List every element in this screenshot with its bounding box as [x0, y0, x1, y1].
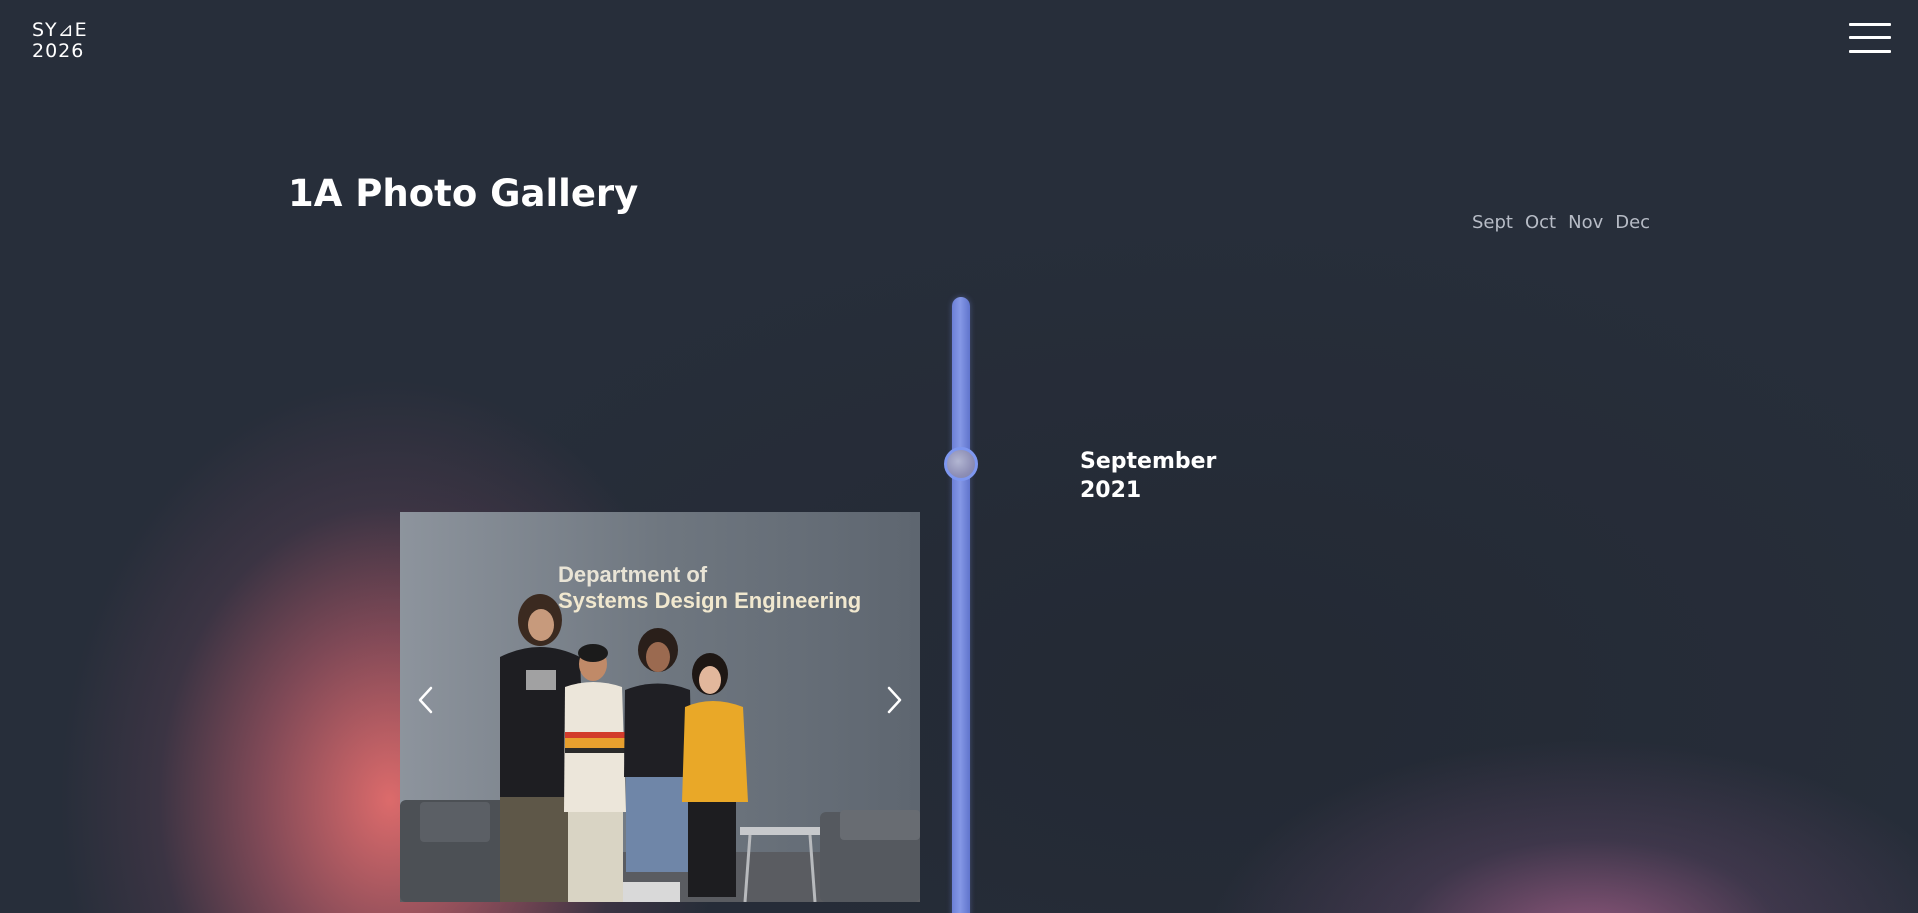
chevron-right-icon[interactable] [879, 680, 909, 720]
timeline-year: 2021 [1080, 478, 1142, 503]
wall-sign-line-2: Systems Design Engineering [558, 588, 861, 613]
site-logo[interactable]: SY⊿E 2026 [32, 20, 88, 62]
timeline-track[interactable] [952, 297, 970, 913]
month-link-sept[interactable]: Sept [1472, 212, 1513, 233]
hamburger-menu-icon[interactable] [1849, 22, 1891, 56]
month-link-nov[interactable]: Nov [1568, 212, 1603, 233]
month-link-oct[interactable]: Oct [1525, 212, 1556, 233]
timeline-month: September [1080, 449, 1217, 474]
timeline-date-label: September 2021 [1080, 447, 1216, 505]
logo-line-1: SY⊿E [32, 19, 88, 41]
gallery-photo: Department of Systems Design Engineering [400, 512, 920, 902]
month-link-dec[interactable]: Dec [1615, 212, 1650, 233]
logo-line-2: 2026 [32, 40, 85, 62]
month-nav: Sept Oct Nov Dec [1472, 212, 1650, 233]
page-title: 1A Photo Gallery [288, 172, 639, 215]
chevron-left-icon[interactable] [411, 680, 441, 720]
page: SY⊿E 2026 1A Photo Gallery Sept Oct Nov … [0, 0, 1918, 913]
wall-sign-line-1: Department of [558, 562, 708, 587]
group-photo-image: Department of Systems Design Engineering [400, 512, 920, 902]
timeline-knob[interactable] [944, 447, 978, 481]
